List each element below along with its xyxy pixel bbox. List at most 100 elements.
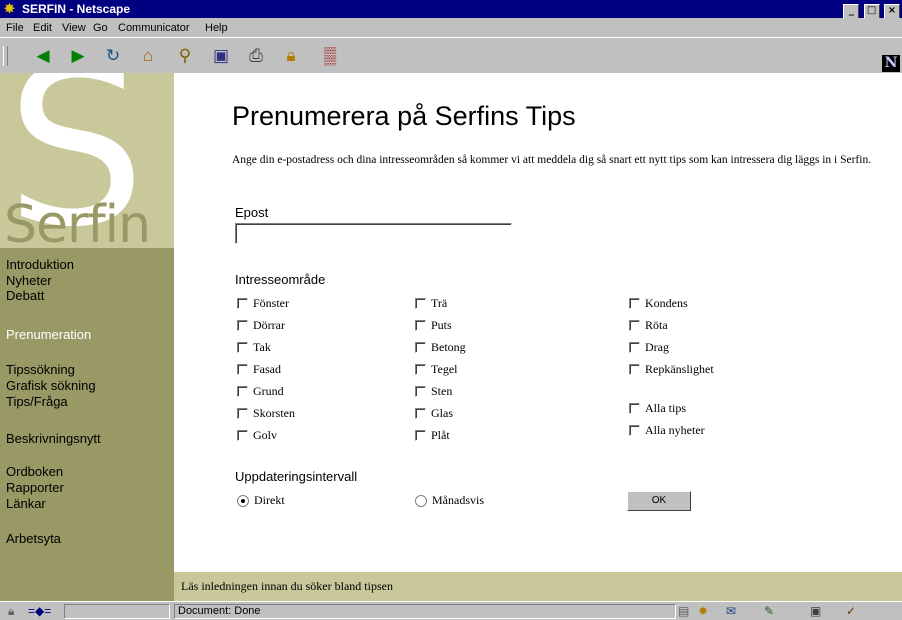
email-input[interactable] (235, 223, 512, 244)
checkbox-box[interactable] (237, 386, 248, 397)
checkbox-betong[interactable]: Betong (415, 341, 466, 355)
checkbox-label: Fönster (253, 296, 289, 310)
checkbox-box[interactable] (415, 430, 426, 441)
checkbox-tra[interactable]: Trä (415, 297, 447, 311)
checkbox-repkanslighet[interactable]: Repkänslighet (629, 363, 714, 377)
close-button[interactable]: × (884, 4, 900, 19)
checkbox-box[interactable] (237, 342, 248, 353)
checkbox-box[interactable] (629, 342, 640, 353)
status-bar: 🔒︎ =◆= Document: Done ▤ ✸ ✉ ✎ ▣ ✓ (0, 601, 902, 620)
progress-panel (64, 604, 170, 619)
menu-view[interactable]: View (62, 22, 86, 34)
radio-direkt[interactable]: Direkt (237, 494, 285, 508)
checkbox-dorrar[interactable]: Dörrar (237, 319, 285, 333)
nav-arbetsyta[interactable]: Arbetsyta (6, 531, 61, 547)
home-icon[interactable]: ⌂ (135, 44, 161, 68)
checkbox-plat[interactable]: Plåt (415, 429, 450, 443)
netscape-logo[interactable]: N (882, 55, 900, 72)
checkbox-tegel[interactable]: Tegel (415, 363, 457, 377)
offline-icon[interactable]: ✓ (846, 604, 856, 618)
checkbox-box[interactable] (629, 425, 640, 436)
menu-go[interactable]: Go (93, 22, 108, 34)
checkbox-label: Golv (253, 428, 277, 442)
nav-grafisk-sokning[interactable]: Grafisk sökning (6, 378, 96, 394)
radio-button[interactable] (237, 495, 249, 507)
nav-tipssokning[interactable]: Tipssökning (6, 362, 75, 378)
checkbox-box[interactable] (415, 320, 426, 331)
checkbox-box[interactable] (629, 298, 640, 309)
checkbox-golv[interactable]: Golv (237, 429, 277, 443)
checkbox-label: Betong (431, 340, 466, 354)
logo-text: Serfin (4, 195, 151, 248)
checkbox-label: Alla tips (645, 401, 686, 415)
checkbox-box[interactable] (237, 430, 248, 441)
nav-ordboken[interactable]: Ordboken (6, 464, 63, 480)
radio-manadsvis[interactable]: Månadsvis (415, 494, 484, 508)
menu-help[interactable]: Help (205, 22, 228, 34)
checkbox-rota[interactable]: Röta (629, 319, 668, 333)
checkbox-box[interactable] (415, 386, 426, 397)
menu-file[interactable]: File (6, 22, 24, 34)
checkbox-label: Kondens (645, 296, 688, 310)
nav-beskrivningsnytt[interactable]: Beskrivningsnytt (6, 431, 101, 447)
checkbox-fonster[interactable]: Fönster (237, 297, 289, 311)
checkbox-puts[interactable]: Puts (415, 319, 452, 333)
footer-text: Läs inledningen innan du söker bland tip… (181, 579, 393, 593)
navigator-icon[interactable]: ▤ (678, 604, 689, 618)
checkbox-label: Skorsten (253, 406, 295, 420)
checkbox-label: Repkänslighet (645, 362, 714, 376)
checkbox-box[interactable] (415, 364, 426, 375)
checkbox-box[interactable] (415, 408, 426, 419)
nav-introduktion[interactable]: Introduktion (6, 257, 74, 273)
security-icon[interactable]: 🔒︎ (278, 44, 304, 68)
forward-icon[interactable]: ▶ (65, 44, 91, 68)
checkbox-box[interactable] (237, 408, 248, 419)
print-icon[interactable]: ⎙ (243, 44, 269, 68)
checkbox-box[interactable] (415, 342, 426, 353)
stop-icon[interactable]: ▒ (317, 44, 343, 68)
netscape-app-icon: ✸ (4, 1, 15, 16)
nav-debatt[interactable]: Debatt (6, 288, 44, 304)
radio-button[interactable] (415, 495, 427, 507)
composer-icon[interactable]: ✎ (764, 604, 774, 618)
address-book-icon[interactable]: ▣ (810, 604, 821, 618)
checkbox-box[interactable] (237, 320, 248, 331)
ok-button[interactable]: OK (627, 491, 691, 511)
checkbox-label: Alla nyheter (645, 423, 705, 437)
guide-icon[interactable]: ▣ (208, 44, 234, 68)
nav-lankar[interactable]: Länkar (6, 496, 46, 512)
checkbox-box[interactable] (237, 298, 248, 309)
checkbox-tak[interactable]: Tak (237, 341, 271, 355)
checkbox-box[interactable] (415, 298, 426, 309)
checkbox-alla-tips[interactable]: Alla tips (629, 402, 686, 416)
checkbox-label: Puts (431, 318, 452, 332)
checkbox-box[interactable] (629, 320, 640, 331)
nav-rapporter[interactable]: Rapporter (6, 480, 64, 496)
menu-edit[interactable]: Edit (33, 22, 52, 34)
mailbox-icon[interactable]: ✸ (698, 604, 708, 618)
toolbar-grip[interactable] (3, 46, 8, 66)
checkbox-sten[interactable]: Sten (415, 385, 452, 399)
checkbox-glas[interactable]: Glas (415, 407, 453, 421)
checkbox-alla-nyheter[interactable]: Alla nyheter (629, 424, 705, 438)
checkbox-drag[interactable]: Drag (629, 341, 669, 355)
minimize-button[interactable]: _ (843, 4, 860, 19)
checkbox-grund[interactable]: Grund (237, 385, 284, 399)
discussions-icon[interactable]: ✉ (726, 604, 736, 618)
nav-nyheter[interactable]: Nyheter (6, 273, 52, 289)
security-status-icon[interactable]: 🔒︎ (8, 604, 14, 618)
reload-icon[interactable]: ↻ (100, 44, 126, 68)
back-icon[interactable]: ◀ (30, 44, 56, 68)
checkbox-kondens[interactable]: Kondens (629, 297, 688, 311)
maximize-button[interactable]: □ (863, 4, 880, 19)
search-icon[interactable]: ⚲ (172, 44, 198, 68)
interests-label: Intresseområde (235, 272, 326, 287)
checkbox-box[interactable] (629, 403, 640, 414)
checkbox-fasad[interactable]: Fasad (237, 363, 281, 377)
menu-communicator[interactable]: Communicator (118, 22, 190, 34)
checkbox-skorsten[interactable]: Skorsten (237, 407, 295, 421)
nav-tips-fraga[interactable]: Tips/Fråga (6, 394, 68, 410)
checkbox-box[interactable] (629, 364, 640, 375)
checkbox-box[interactable] (237, 364, 248, 375)
nav-prenumeration[interactable]: Prenumeration (6, 327, 91, 343)
